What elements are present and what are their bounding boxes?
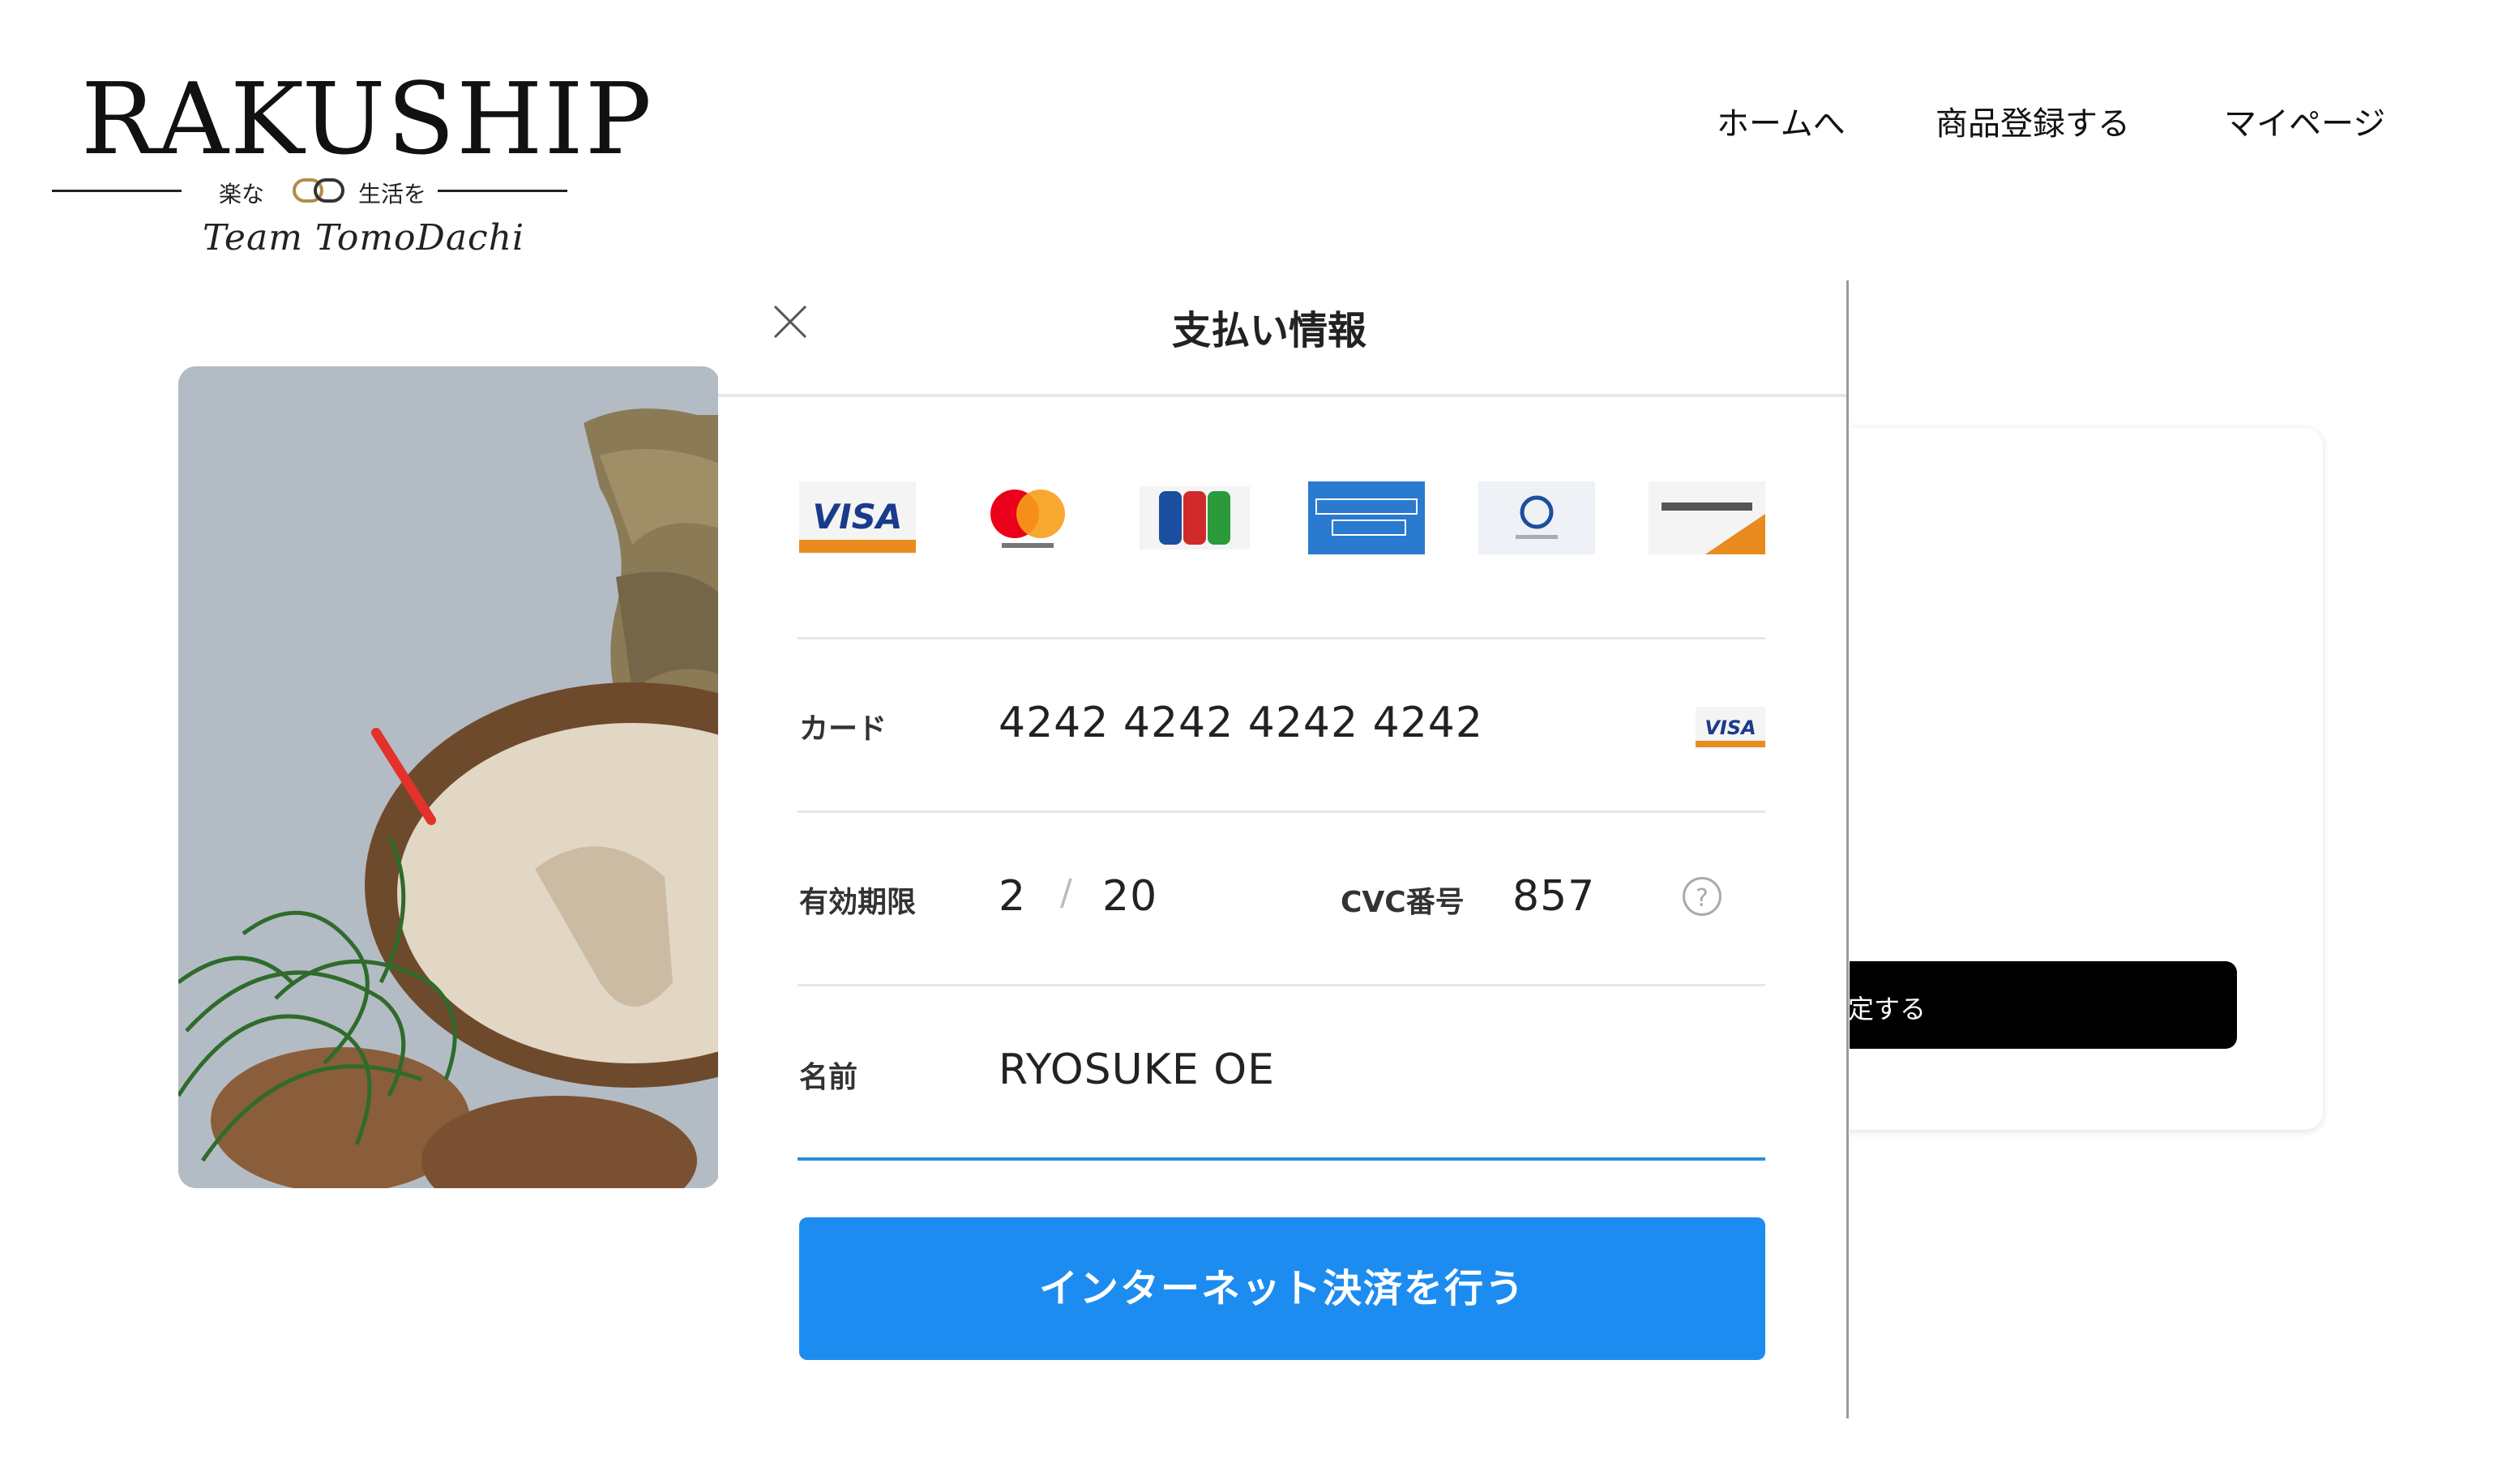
- name-input-focus-line: [798, 1157, 1765, 1161]
- expiry-month-input[interactable]: 2: [999, 872, 1026, 921]
- name-label: 名前: [799, 1061, 858, 1094]
- amex-logo-icon: [1308, 481, 1425, 554]
- expiry-label: 有効期限: [799, 886, 917, 919]
- discover-logo-icon: [1649, 481, 1765, 554]
- expiry-separator: /: [1060, 872, 1073, 913]
- confirm-button-label: 定する: [1848, 994, 1927, 1024]
- visa-logo-icon: VISA: [799, 481, 916, 554]
- nav-mypage[interactable]: マイページ: [2224, 97, 2385, 144]
- name-input[interactable]: RYOSUKE OE: [999, 1046, 1275, 1094]
- mushroom-photo: [178, 366, 720, 1188]
- brands-divider: [798, 637, 1765, 639]
- card-number-input[interactable]: 4242 4242 4242 4242: [999, 699, 1483, 747]
- jcb-logo-icon: [1140, 486, 1250, 550]
- diners-logo-icon: [1478, 481, 1595, 554]
- cvc-label: CVC番号: [1341, 886, 1465, 919]
- mastercard-logo-icon: [990, 490, 1065, 548]
- nav-home[interactable]: ホームへ: [1717, 97, 1845, 144]
- modal-title: 支払い情報: [1172, 308, 1367, 353]
- cvc-input[interactable]: 857: [1512, 872, 1595, 921]
- logo-sub-left: 楽な: [219, 181, 265, 207]
- site-logo[interactable]: RAKUSHIP 楽な 生活を Team TomoDachi: [49, 47, 652, 266]
- pay-button[interactable]: インターネット決済を行う: [799, 1217, 1765, 1360]
- logo-rule-right: [438, 190, 567, 192]
- card-divider: [798, 810, 1765, 813]
- help-icon[interactable]: ?: [1683, 877, 1721, 916]
- logo-script: Team TomoDachi: [203, 217, 525, 259]
- logo-wordmark: RAKUSHIP: [81, 62, 653, 177]
- expiry-year-input[interactable]: 20: [1102, 872, 1157, 921]
- card-brand-visa-icon: VISA: [1696, 707, 1765, 749]
- svg-text:VISA: VISA: [1704, 716, 1756, 739]
- modal-header-divider: [718, 394, 1846, 397]
- modal-right-border: [1846, 280, 1849, 1418]
- product-image: [178, 366, 720, 1188]
- rings-icon: [293, 178, 344, 203]
- logo-rule-left: [52, 190, 182, 192]
- svg-text:VISA: VISA: [813, 497, 903, 537]
- nav-register-product[interactable]: 商品登録する: [1935, 97, 2130, 144]
- logo-sub-right: 生活を: [358, 181, 427, 207]
- card-label: カード: [799, 712, 887, 746]
- expiry-divider: [798, 984, 1765, 986]
- close-icon[interactable]: [770, 302, 810, 342]
